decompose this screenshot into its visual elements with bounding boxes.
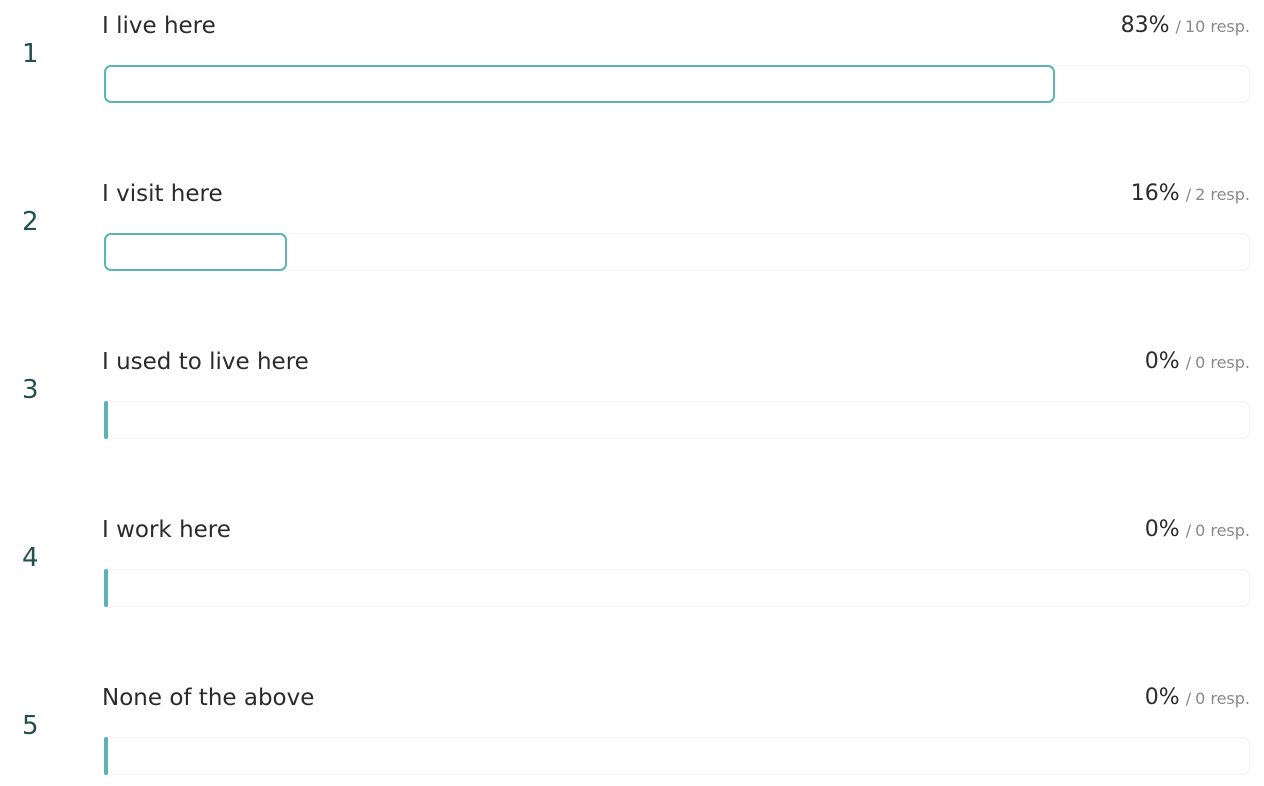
rank-number: 1	[22, 39, 39, 69]
separator: /	[1185, 689, 1192, 708]
result-row: 3 I used to live here 0% /0 resp.	[0, 340, 1264, 450]
response-count: 0 resp.	[1195, 689, 1250, 708]
bar-fill	[104, 233, 287, 271]
response-count: 10 resp.	[1184, 17, 1250, 36]
separator: /	[1185, 353, 1192, 372]
result-row: 5 None of the above 0% /0 resp.	[0, 676, 1264, 786]
result-stats: 0% /0 resp.	[1145, 346, 1250, 379]
bar-track	[104, 401, 1250, 439]
percentage-label: 0%	[1144, 685, 1180, 710]
percentage-label: 0%	[1144, 517, 1180, 542]
option-label: I used to live here	[102, 349, 309, 375]
option-label: I visit here	[102, 181, 223, 207]
result-row: 1 I live here 83% /10 resp.	[0, 4, 1264, 114]
result-row: 4 I work here 0% /0 resp.	[0, 508, 1264, 618]
percentage-label: 83%	[1120, 13, 1170, 38]
bar-fill	[104, 569, 108, 607]
rank-number: 2	[22, 207, 39, 237]
rank-number: 3	[22, 375, 39, 405]
option-label: I work here	[102, 517, 231, 543]
result-row: 2 I visit here 16% /2 resp.	[0, 172, 1264, 282]
result-stats: 83% /10 resp.	[1121, 10, 1250, 43]
percentage-label: 0%	[1144, 349, 1180, 374]
response-count: 2 resp.	[1195, 185, 1250, 204]
bar-fill	[104, 401, 108, 439]
separator: /	[1185, 185, 1192, 204]
separator: /	[1175, 17, 1181, 36]
response-count: 0 resp.	[1195, 353, 1250, 372]
percentage-label: 16%	[1130, 181, 1180, 206]
bar-track	[104, 737, 1250, 775]
option-label: None of the above	[102, 685, 315, 711]
poll-results: 1I live here 83%/10 resp. 2 I visit here 16%…	[0, 0, 1264, 775]
rank-number: 5	[22, 711, 39, 741]
bar-fill	[104, 737, 108, 775]
response-count: 0 resp.	[1195, 521, 1250, 540]
bar-track	[104, 569, 1250, 607]
bar-fill	[104, 65, 1055, 103]
result-stats: 0% /0 resp.	[1145, 514, 1250, 547]
result-stats: 16% /2 resp.	[1131, 178, 1250, 211]
option-label: I live here	[102, 13, 216, 39]
rank-number: 4	[22, 543, 39, 573]
result-stats: 0% /0 resp.	[1145, 682, 1250, 715]
separator: /	[1185, 521, 1192, 540]
